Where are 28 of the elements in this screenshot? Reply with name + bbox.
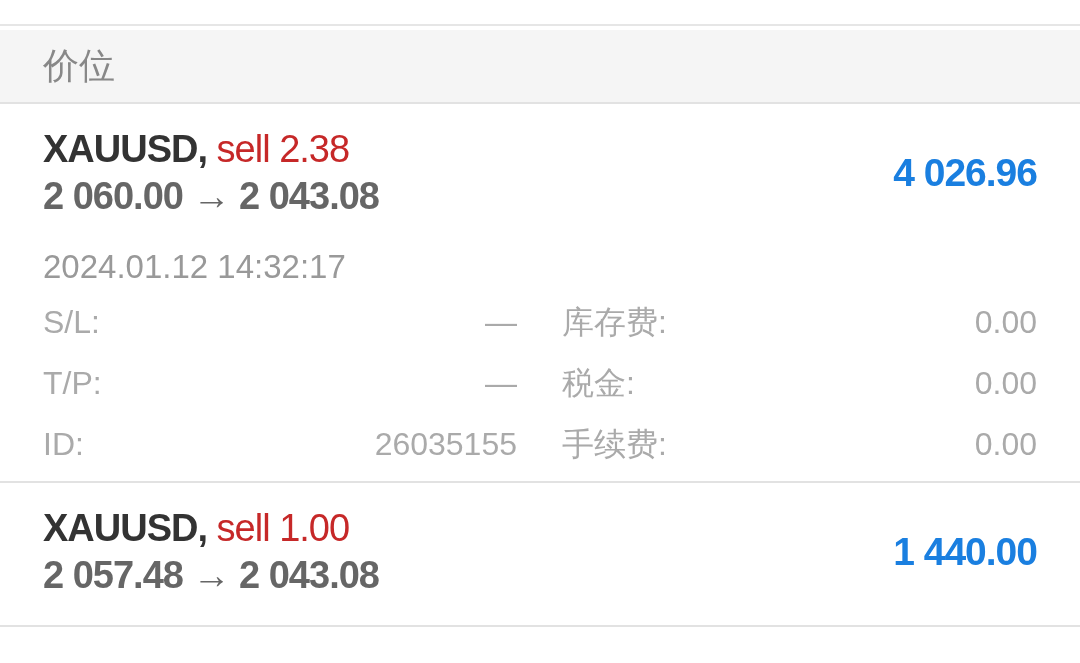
detail-label: ID: (43, 425, 85, 464)
symbol-text: XAUUSD, (43, 507, 208, 549)
open-price: 2 060.00 (43, 175, 183, 217)
symbol-text: XAUUSD, (43, 128, 208, 170)
trade-text: sell 2.38 (216, 128, 350, 170)
detail-label: 手续费: (561, 425, 668, 464)
profit-value: 4 026.96 (893, 151, 1037, 195)
current-price: 2 043.08 (239, 554, 379, 596)
detail-value: 0.00 (974, 425, 1037, 464)
profit-value: 1 440.00 (893, 530, 1037, 574)
detail-label: T/P: (43, 364, 103, 403)
detail-value: — (484, 303, 517, 342)
current-price: 2 043.08 (239, 175, 379, 217)
section-header: 价位 (43, 43, 115, 88)
detail-value: — (484, 364, 517, 403)
detail-value: 0.00 (974, 303, 1037, 342)
arrow-text: → (192, 175, 230, 217)
position-row[interactable]: XAUUSD, sell 2.38 2 060.00 → 2 043.08 4 026.96 2024.01.12 14:32:17 S/L: — 库存费: 0.00 T/P: — 税金: 0.00 ID: 26035155 手续费: 0.00 (0, 104, 1080, 483)
detail-value: 0.00 (974, 364, 1037, 403)
trade-text: sell 1.00 (216, 507, 350, 549)
arrow-text: → (192, 554, 230, 596)
position-row[interactable]: XAUUSD, sell 1.00 2 057.48 → 2 043.08 1 440.00 (0, 483, 1080, 627)
detail-value: 26035155 (373, 425, 517, 464)
detail-label: 税金: (561, 364, 636, 403)
open-time: 2024.01.12 14:32:17 (43, 247, 347, 287)
detail-label: 库存费: (561, 303, 668, 342)
open-price: 2 057.48 (43, 554, 183, 596)
detail-label: S/L: (43, 303, 101, 342)
